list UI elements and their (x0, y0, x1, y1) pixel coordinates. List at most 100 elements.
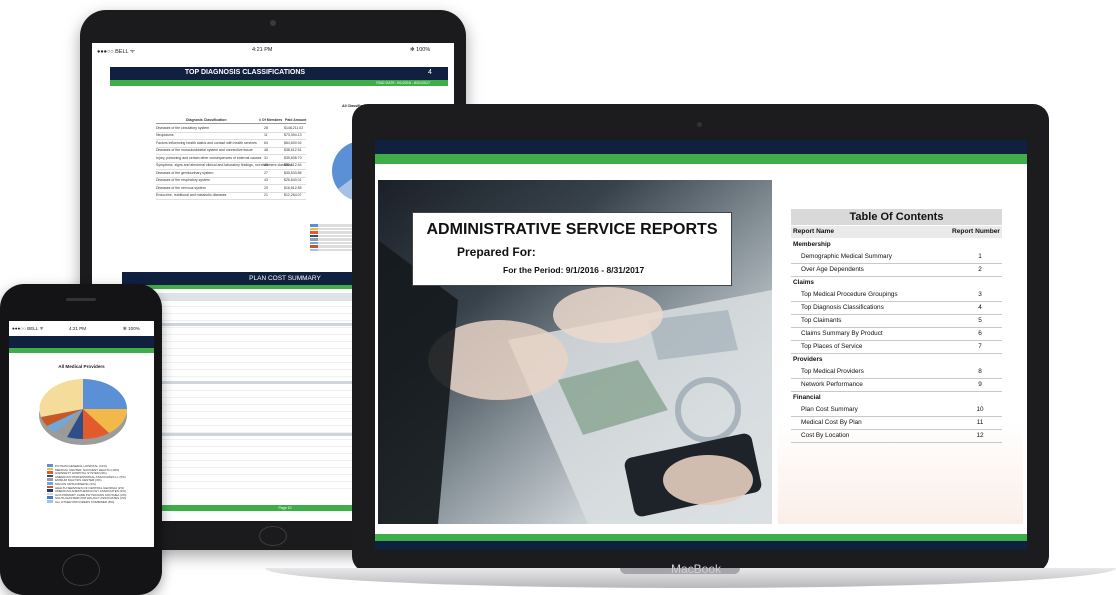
tablet-camera (270, 20, 276, 26)
phone-home-button[interactable] (62, 554, 100, 586)
legend-label: ALL OTHER PROVIDERS COMBINED (8%) (55, 500, 115, 504)
tablet-row-members: 20 (264, 185, 268, 190)
mac-top-green-bar (375, 154, 1027, 164)
tablet-row-diagnosis: Diseases of the genitourinary system (156, 170, 214, 175)
legend-swatch (47, 471, 53, 474)
tablet-row-members: 11 (264, 133, 268, 137)
toc-item-row[interactable]: Over Age Dependents 2 (791, 264, 1002, 277)
toc-item-row[interactable]: Top Medical Procedure Groupings 3 (791, 289, 1002, 302)
tablet-battery: ✻ 100% (410, 47, 431, 53)
tablet-row-members: 31 (264, 155, 268, 160)
toc-item-number: 12 (976, 432, 984, 439)
legend-swatch (47, 464, 53, 467)
tablet-row-diagnosis: Diseases of the respiratory system (156, 178, 210, 182)
tablet-table-row: Endocrine, nutritional and metabolic dis… (156, 192, 306, 200)
tablet-page-number: 4 (428, 69, 432, 76)
toc-item-number: 10 (976, 406, 984, 413)
macbook-screen: ADMINISTRATIVE SERVICE REPORTS Prepared … (375, 140, 1027, 550)
toc-item-number: 9 (978, 381, 982, 388)
toc-item-number: 2 (978, 266, 982, 273)
toc-item-row[interactable]: Cost By Location 12 (791, 430, 1002, 443)
tablet-col-paid: Paid Amount (285, 118, 307, 122)
legend-swatch (47, 482, 53, 485)
mac-bottom-green-bar (375, 534, 1027, 541)
tablet-row-paid: $26,640.01 (284, 178, 302, 182)
tablet-row-paid: $12,264.07 (284, 193, 302, 197)
toc-item-number: 7 (978, 343, 982, 350)
tablet-row-paid: $32,412.64 (284, 163, 302, 167)
tablet-row-members: 21 (264, 193, 268, 197)
toc-item-row[interactable]: Claims Summary By Product 6 (791, 328, 1002, 341)
tablet-paid-date: PAID DATE: 9/1/2016 - 8/31/2017 (376, 80, 430, 85)
cover-prepared-for: Prepared For: (457, 245, 536, 259)
toc-item-row[interactable]: Medical Cost By Plan 11 (791, 417, 1002, 430)
tablet-time: 4:21 PM (252, 47, 273, 53)
legend-swatch (47, 478, 53, 481)
tablet-row-members: 48 (264, 148, 268, 152)
tablet-col-diagnosis: Diagnosis Classification (186, 118, 227, 122)
toc-item-number: 6 (978, 330, 982, 337)
toc-section-label: Financial (793, 394, 821, 401)
toc-item-name: Top Diagnosis Classifications (801, 304, 884, 311)
toc-item-number: 1 (978, 253, 982, 260)
tablet-row-diagnosis: Diseases of the circulatory system (156, 125, 210, 130)
tablet-row-diagnosis: Endocrine, nutritional and metabolic dis… (156, 193, 227, 197)
tablet-report-title: TOP DIAGNOSIS CLASSIFICATIONS (184, 69, 306, 76)
tablet-row-paid: $148,211.02 (284, 125, 304, 130)
toc-item-name: Top Medical Procedure Groupings (801, 291, 898, 298)
legend-swatch (47, 496, 53, 499)
cover-report-title: ADMINISTRATIVE SERVICE REPORTS (426, 221, 718, 238)
cover-period: For the Period: 9/1/2016 - 8/31/2017 (503, 265, 645, 275)
toc-item-name: Cost By Location (801, 432, 850, 439)
toc-item-name: Top Claimants (801, 317, 842, 324)
mac-bottom-area (375, 524, 1027, 550)
tablet-row-paid: $38,612.51 (284, 148, 302, 152)
toc-item-row[interactable]: Top Places of Service 7 (791, 341, 1002, 354)
tablet-paid-date-bar: PAID DATE: 9/1/2016 - 8/31/2017 (110, 80, 448, 86)
toc-section-membership: Membership (791, 239, 1002, 251)
tablet-row-paid: $16,512.85 (284, 185, 302, 190)
phone-legend-item: ALL OTHER PROVIDERS COMBINED (8%) (47, 500, 115, 504)
tablet-home-button[interactable] (259, 526, 287, 546)
toc-col-report-name: Report Name (793, 228, 835, 235)
tablet-row-diagnosis: Neoplasms (156, 133, 174, 137)
tablet-row-members: 48 (264, 163, 268, 167)
cover-title-card: ADMINISTRATIVE SERVICE REPORTS Prepared … (412, 212, 732, 286)
mac-top-navy-bar (375, 140, 1027, 154)
toc-item-number: 5 (978, 317, 982, 324)
tablet-row-paid: $73,394.13 (284, 133, 302, 137)
tablet-row-diagnosis: Symptoms, signs and abnormal clinical an… (156, 163, 292, 167)
legend-swatch (47, 467, 53, 471)
toc-section-label: Claims (793, 279, 814, 286)
toc-item-row[interactable]: Demographic Medical Summary 1 (791, 251, 1002, 264)
toc-item-name: Medical Cost By Plan (801, 419, 862, 426)
toc-item-row[interactable]: Top Diagnosis Classifications 4 (791, 302, 1002, 315)
tablet-row-members: 27 (264, 170, 268, 175)
phone-chart-legend: PUTNAM GENERAL HOSPITAL (41%) MEDICAL CEN… (9, 321, 154, 547)
toc-section-providers: Providers (791, 354, 1002, 366)
toc-item-number: 4 (978, 304, 982, 311)
toc-item-row[interactable]: Network Performance 9 (791, 379, 1002, 392)
toc-section-claims: Claims (791, 277, 1002, 289)
toc-item-row[interactable]: Top Claimants 5 (791, 315, 1002, 328)
legend-swatch (47, 492, 53, 496)
tablet-row-diagnosis: Injury, poisoning and certain other cons… (156, 155, 262, 160)
macbook-camera (697, 122, 702, 127)
toc-item-row[interactable]: Plan Cost Summary 10 (791, 404, 1002, 417)
tablet-row-paid: $64,600.92 (284, 140, 302, 145)
legend-swatch (47, 500, 53, 503)
toc-item-row[interactable]: Top Medical Providers 8 (791, 366, 1002, 379)
toc-item-name: Network Performance (801, 381, 863, 388)
tablet-row-paid: $35,608.70 (284, 155, 302, 160)
phone-device: ●●●○○ BELL ᯤ 4:21 PM ✻ 100% All Medical … (0, 284, 162, 595)
toc-item-number: 8 (978, 368, 982, 375)
toc-item-name: Over Age Dependents (801, 266, 864, 273)
toc-header-row: Report Name Report Number (791, 226, 1002, 238)
tablet-row-members: 28 (264, 125, 268, 130)
toc-section-label: Providers (793, 356, 823, 363)
toc-item-number: 11 (976, 419, 984, 426)
phone-speaker (66, 298, 96, 301)
toc-title: Table Of Contents (849, 211, 944, 223)
toc-section-financial: Financial (791, 392, 1002, 404)
toc-item-name: Top Places of Service (801, 343, 863, 350)
